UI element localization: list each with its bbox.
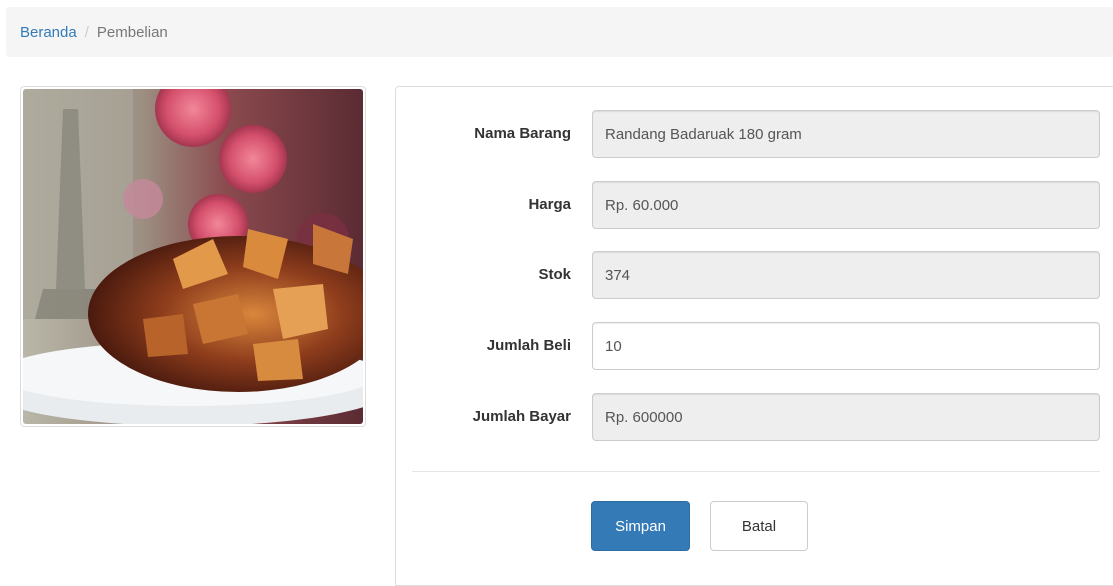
row-jumlah-bayar: Jumlah Bayar (396, 393, 1113, 441)
product-thumbnail (20, 86, 366, 427)
jumlah-bayar-field[interactable] (592, 393, 1100, 441)
breadcrumb: Beranda / Pembelian (6, 7, 1113, 57)
stok-label: Stok (538, 266, 571, 283)
save-button[interactable]: Simpan (591, 501, 690, 551)
cancel-button[interactable]: Batal (710, 501, 808, 551)
row-harga: Harga (396, 181, 1113, 229)
row-jumlah-beli: Jumlah Beli (396, 322, 1113, 370)
jumlah-beli-label: Jumlah Beli (486, 337, 571, 354)
product-photo-icon (23, 89, 363, 424)
row-stok: Stok (396, 251, 1113, 299)
purchase-form-panel: Nama Barang Harga Stok Jumlah Beli Jumla… (395, 86, 1113, 586)
jumlah-beli-input[interactable] (592, 322, 1100, 370)
jumlah-bayar-label: Jumlah Bayar (472, 408, 571, 425)
form-divider (412, 471, 1100, 472)
harga-field[interactable] (592, 181, 1100, 229)
nama-barang-field[interactable] (592, 110, 1100, 158)
stok-field[interactable] (592, 251, 1100, 299)
row-nama-barang: Nama Barang (396, 110, 1113, 158)
breadcrumb-current: Pembelian (96, 23, 168, 41)
harga-label: Harga (528, 196, 571, 213)
breadcrumb-separator: / (84, 23, 89, 41)
nama-barang-label: Nama Barang (474, 125, 571, 142)
breadcrumb-home-link[interactable]: Beranda (20, 24, 77, 41)
